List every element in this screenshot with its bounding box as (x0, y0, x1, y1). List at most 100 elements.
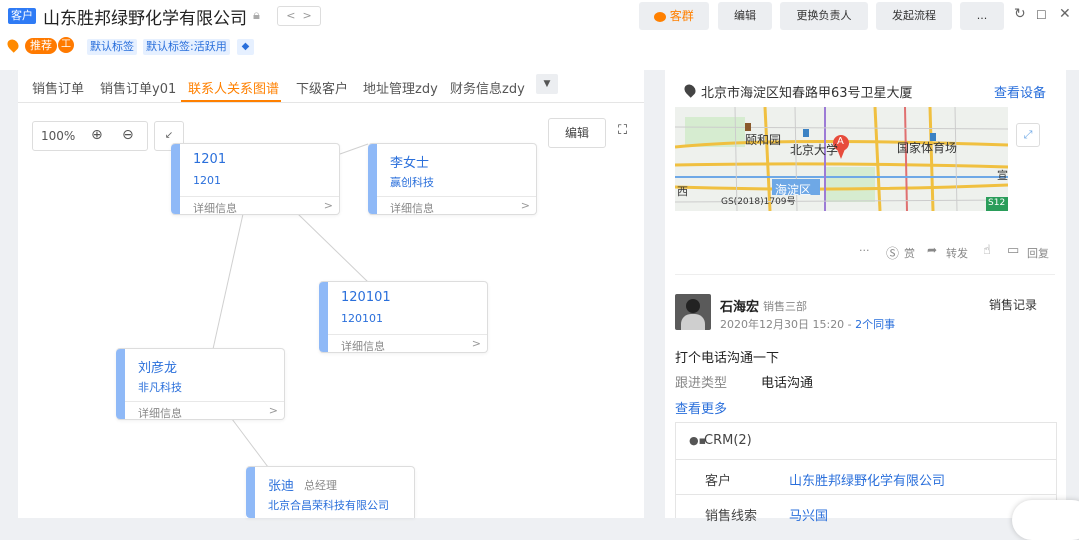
crm-box: ●▪ CRM(2) 客户 山东胜邦绿野化学有限公司 销售线索 马兴国 (675, 422, 1057, 524)
lock-icon[interactable]: 🔒︎ (253, 8, 260, 23)
chevron-right-icon: > (323, 199, 333, 212)
crm-customer-link[interactable]: 山东胜邦绿野化学有限公司 (789, 470, 945, 489)
relation-graph-panel: 销售订单 销售订单y01 联系人关系图谱 下级客户 地址管理zdy 财务信息zd… (18, 70, 644, 518)
node-accent-bar (246, 467, 255, 518)
start-flow-button[interactable]: 发起流程 (876, 2, 952, 30)
node-title: 总经理 (304, 479, 337, 492)
contact-node-liu[interactable]: 刘彦龙 非凡科技 详细信息 > (116, 348, 285, 420)
node-accent-bar (116, 349, 125, 419)
node-accent-bar (171, 144, 180, 214)
node-name: 1201 (193, 152, 227, 167)
crm-row-divider (676, 494, 1056, 495)
floating-assistant-button[interactable] (1012, 500, 1079, 540)
node-divider (180, 196, 339, 197)
chevron-right-icon: > (520, 199, 530, 212)
node-name: 120101 (341, 290, 391, 305)
contact-node-1201[interactable]: 1201 1201 详细信息 > (171, 143, 340, 215)
reply-label[interactable]: 回复 (1027, 245, 1049, 261)
close-icon[interactable]: ✕ (1059, 6, 1071, 22)
map-label-yiheyuan: 颐和园 (745, 133, 782, 147)
contact-node-li[interactable]: 李女士 赢创科技 详细信息 > (368, 143, 537, 215)
crm-row-label: 客户 (705, 474, 732, 489)
tag-default-active[interactable]: 默认标签:活跃用 (143, 39, 230, 55)
contact-node-120101[interactable]: 120101 120101 详细信息 > (319, 281, 488, 353)
location-pin-icon (5, 37, 21, 53)
view-device-link[interactable]: 查看设备 (994, 82, 1046, 101)
crm-row-label: 销售线索 (705, 509, 758, 524)
node-accent-bar (368, 144, 377, 214)
tag-default[interactable]: 默认标签 (87, 39, 137, 55)
chat-icon (654, 12, 667, 22)
node-divider (377, 196, 536, 197)
location-map[interactable]: 颐和园 北京大学 A 国家体育场 海淀区 西 GS(2018)1709号 宣 S… (675, 107, 1008, 211)
customer-group-button[interactable]: 客群 (639, 2, 709, 30)
recommend-badge: 推荐 (25, 38, 57, 54)
node-name: 李女士 (390, 156, 430, 171)
map-label-pku: 北京大学 (790, 143, 839, 157)
node-name: 张迪 (268, 479, 295, 494)
reply-icon[interactable]: ▭ (1007, 243, 1019, 258)
tag-icon[interactable]: ◆ (237, 39, 254, 55)
avatar[interactable] (675, 294, 711, 330)
maximize-icon[interactable]: ☐ (1036, 8, 1047, 22)
map-expand-icon[interactable]: ⤢ (1016, 123, 1040, 147)
prev-arrow-button[interactable]: < > (277, 6, 321, 26)
crm-lead-link[interactable]: 马兴国 (789, 505, 828, 524)
follow-type-value: 电话沟通 (761, 376, 814, 391)
activity-action-bar: ··· Ⓢ 赏 ➦ 转发 ☝ ▭ 回复 (665, 242, 1066, 262)
customer-group-label: 客群 (669, 9, 694, 23)
node-company: 赢创科技 (390, 176, 434, 189)
activity-user-dept: 销售三部 (763, 300, 807, 313)
activity-time: 2020年12月30日 15:20 (720, 318, 845, 331)
map-label-gs: GS(2018)1709号 (721, 197, 796, 207)
reward-label[interactable]: 赏 (904, 245, 915, 261)
divider (675, 274, 1055, 275)
map-label-stadium: 国家体育场 (897, 141, 958, 155)
address-text: 北京市海淀区知春路甲63号卫星大厦 (701, 86, 913, 101)
colleagues-link[interactable]: 2个同事 (855, 318, 895, 331)
node-divider (328, 334, 487, 335)
activity-user-name[interactable]: 石海宏 (720, 296, 759, 315)
node-detail-link[interactable]: 详细信息 (341, 338, 385, 354)
node-accent-bar (319, 282, 328, 352)
node-detail-link[interactable]: 详细信息 (193, 200, 237, 216)
activity-content: 打个电话沟通一下 (675, 351, 780, 366)
scroll-gutter (1066, 70, 1079, 518)
sales-record-link[interactable]: 销售记录 (989, 296, 1037, 313)
more-button[interactable]: ... (960, 2, 1004, 30)
detail-side-panel: 北京市海淀区知春路甲63号卫星大厦 查看设备 颐和园 北京大学 A 国家体育场 … (665, 70, 1066, 524)
activity-meta-sep: - (844, 318, 856, 331)
crm-divider (676, 459, 1056, 460)
forward-icon[interactable]: ➦ (927, 243, 937, 257)
reward-icon[interactable]: Ⓢ (886, 243, 899, 262)
customer-type-badge: 客户 (8, 8, 36, 24)
node-divider (125, 401, 284, 402)
location-pin-icon (682, 82, 698, 98)
map-label-s12: S12 (988, 198, 1006, 208)
node-detail-link[interactable]: 详细信息 (390, 200, 434, 216)
map-label-xi: 西 (677, 185, 688, 198)
worker-badge: 工 (58, 37, 74, 53)
node-company: 非凡科技 (138, 381, 182, 394)
activity-meta: 2020年12月30日 15:20 - 2个同事 (720, 316, 895, 332)
follow-type-label: 跟进类型 (675, 376, 728, 391)
edit-button[interactable]: 编辑 (718, 2, 772, 30)
node-company: 北京合昌荣科技有限公司 (268, 499, 389, 512)
map-label-xuan: 宣 (997, 169, 1008, 182)
like-icon[interactable]: ☝ (983, 243, 991, 258)
view-more-link[interactable]: 查看更多 (675, 398, 727, 417)
refresh-icon[interactable]: ↻ (1014, 6, 1026, 22)
node-name: 刘彦龙 (138, 361, 178, 376)
more-actions-icon[interactable]: ··· (859, 244, 870, 257)
node-company: 120101 (341, 312, 383, 325)
map-marker-label: A (837, 136, 844, 147)
node-detail-link[interactable]: 详细信息 (138, 405, 182, 421)
crm-title: CRM(2) (704, 433, 752, 448)
chevron-right-icon: > (268, 404, 278, 417)
forward-label[interactable]: 转发 (946, 245, 968, 261)
contact-node-zhang[interactable]: 张迪 总经理 北京合昌荣科技有限公司 (246, 466, 415, 518)
company-name: 山东胜邦绿野化学有限公司 (43, 9, 247, 29)
change-owner-button[interactable]: 更换负责人 (780, 2, 868, 30)
customer-header: 客户 山东胜邦绿野化学有限公司 🔒︎ < > 推荐 工 默认标签 默认标签:活跃… (0, 0, 1079, 70)
chevron-right-icon: > (471, 337, 481, 350)
